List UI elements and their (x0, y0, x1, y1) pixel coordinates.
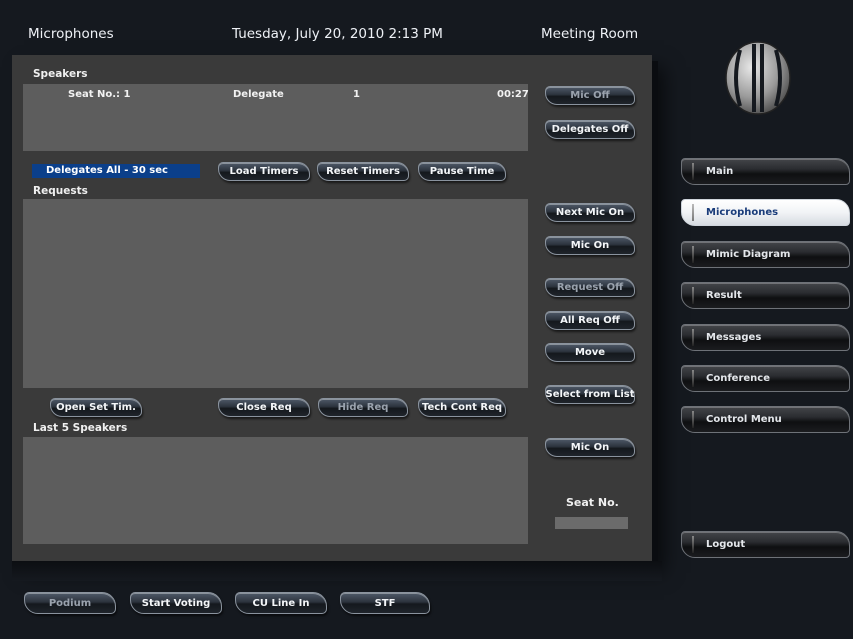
cu-line-in-button[interactable]: CU Line In (235, 592, 327, 614)
nav-microphones-label: Microphones (706, 207, 779, 218)
requests-list[interactable] (23, 199, 528, 388)
podium-button[interactable]: Podium (24, 592, 116, 614)
select-from-list-button[interactable]: Select from List (545, 385, 635, 404)
seat-number-field[interactable] (555, 517, 628, 529)
nav-mimic-label: Mimic Diagram (706, 249, 791, 260)
nav-mimic-diagram[interactable]: Mimic Diagram (681, 241, 850, 268)
nav-messages-label: Messages (706, 332, 762, 343)
speaker-seat: Seat No.: 1 (68, 89, 131, 100)
nav-logout[interactable]: Logout (681, 531, 850, 558)
timer-selection[interactable]: Delegates All - 30 sec (32, 164, 200, 178)
nav-main-label: Main (706, 166, 734, 177)
open-set-timer-button[interactable]: Open Set Tim. (50, 398, 142, 417)
reset-timers-button[interactable]: Reset Timers (317, 162, 409, 181)
nav-conference[interactable]: Conference (681, 365, 850, 392)
nav-conference-label: Conference (706, 373, 771, 384)
next-mic-on-button[interactable]: Next Mic On (545, 203, 635, 222)
nav-result[interactable]: Result (681, 282, 850, 309)
speakers-label: Speakers (33, 68, 88, 80)
speaker-role: Delegate (233, 89, 284, 100)
mic-on-seat-button[interactable]: Mic On (545, 438, 635, 457)
requests-label: Requests (33, 185, 88, 197)
mic-off-button[interactable]: Mic Off (545, 86, 635, 105)
delegates-off-button[interactable]: Delegates Off (545, 120, 635, 139)
dis-logo-icon (725, 41, 791, 115)
nav-control-menu-label: Control Menu (706, 414, 782, 425)
close-request-button[interactable]: Close Req (218, 398, 310, 417)
nav-result-label: Result (706, 290, 742, 301)
last-speakers-list[interactable] (23, 437, 528, 544)
page-title: Microphones (28, 26, 114, 42)
stf-button[interactable]: STF (340, 592, 430, 614)
speaker-number: 1 (353, 89, 360, 100)
room-name: Meeting Room (541, 26, 639, 42)
pause-time-button[interactable]: Pause Time (418, 162, 506, 181)
nav-logout-label: Logout (706, 539, 746, 550)
nav-control-menu[interactable]: Control Menu (681, 406, 850, 433)
load-timers-button[interactable]: Load Timers (218, 162, 310, 181)
panel-shadow (12, 561, 662, 581)
request-off-button[interactable]: Request Off (545, 278, 635, 297)
last-speakers-label: Last 5 Speakers (33, 422, 128, 434)
start-voting-button[interactable]: Start Voting (130, 592, 222, 614)
datetime: Tuesday, July 20, 2010 2:13 PM (232, 26, 443, 42)
hide-request-button[interactable]: Hide Req (318, 398, 408, 417)
mic-on-button[interactable]: Mic On (545, 236, 635, 255)
nav-microphones[interactable]: Microphones (681, 199, 850, 226)
all-requests-off-button[interactable]: All Req Off (545, 311, 635, 330)
nav-messages[interactable]: Messages (681, 324, 850, 351)
nav-main[interactable]: Main (681, 158, 850, 185)
move-button[interactable]: Move (545, 343, 635, 362)
seat-no-label: Seat No. (566, 496, 619, 509)
tech-cont-request-button[interactable]: Tech Cont Req (418, 398, 506, 417)
speaker-time: 00:27 (497, 89, 529, 100)
